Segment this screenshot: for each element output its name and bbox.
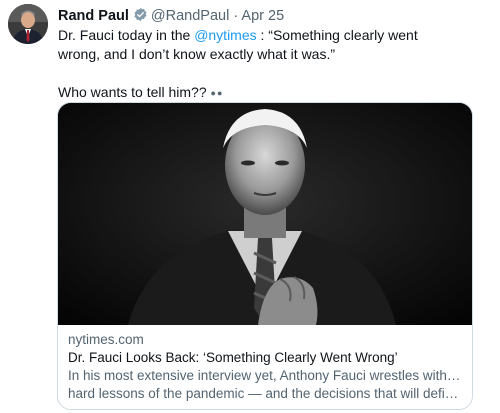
link-card[interactable]: nytimes.com Dr. Fauci Looks Back: ‘Somet…: [57, 102, 473, 410]
card-headline: Dr. Fauci Looks Back: ‘Something Clearly…: [68, 350, 398, 365]
author-handle[interactable]: @RandPaul: [151, 8, 229, 24]
tweet-text-line1: Dr. Fauci today in the @nytimes : “Somet…: [58, 26, 458, 64]
tweet-text-prefix: Dr. Fauci today in the: [58, 27, 195, 43]
card-meta[interactable]: nytimes.com Dr. Fauci Looks Back: ‘Somet…: [68, 331, 464, 403]
card-summary-line2: hard lessons of the pandemic — and the d…: [68, 386, 464, 401]
tweet-date[interactable]: Apr 25: [241, 8, 284, 24]
tweet-header: Rand Paul @RandPaul · Apr 25: [58, 6, 284, 26]
fauci-portrait-icon: [58, 103, 472, 325]
profile-photo-icon: [8, 4, 48, 44]
card-summary-line1: In his most extensive interview yet, Ant…: [68, 368, 464, 383]
tweet-text: Dr. Fauci today in the @nytimes : “Somet…: [58, 26, 458, 103]
card-image[interactable]: [58, 103, 472, 325]
author-display-name[interactable]: Rand Paul: [58, 8, 129, 24]
tweet-text-line2: Who wants to tell him?? ●●: [58, 83, 458, 103]
verified-badge-icon: [134, 7, 147, 22]
mention-link[interactable]: @nytimes: [194, 27, 256, 43]
author-avatar[interactable]: [8, 4, 48, 44]
tweet-question: Who wants to tell him??: [58, 84, 207, 100]
card-domain: nytimes.com: [68, 332, 144, 347]
header-separator: ·: [233, 8, 239, 24]
tweet[interactable]: Rand Paul @RandPaul · Apr 25 Dr. Fauci to…: [0, 0, 500, 413]
eyes-emoji-icon: ●●: [210, 88, 224, 98]
